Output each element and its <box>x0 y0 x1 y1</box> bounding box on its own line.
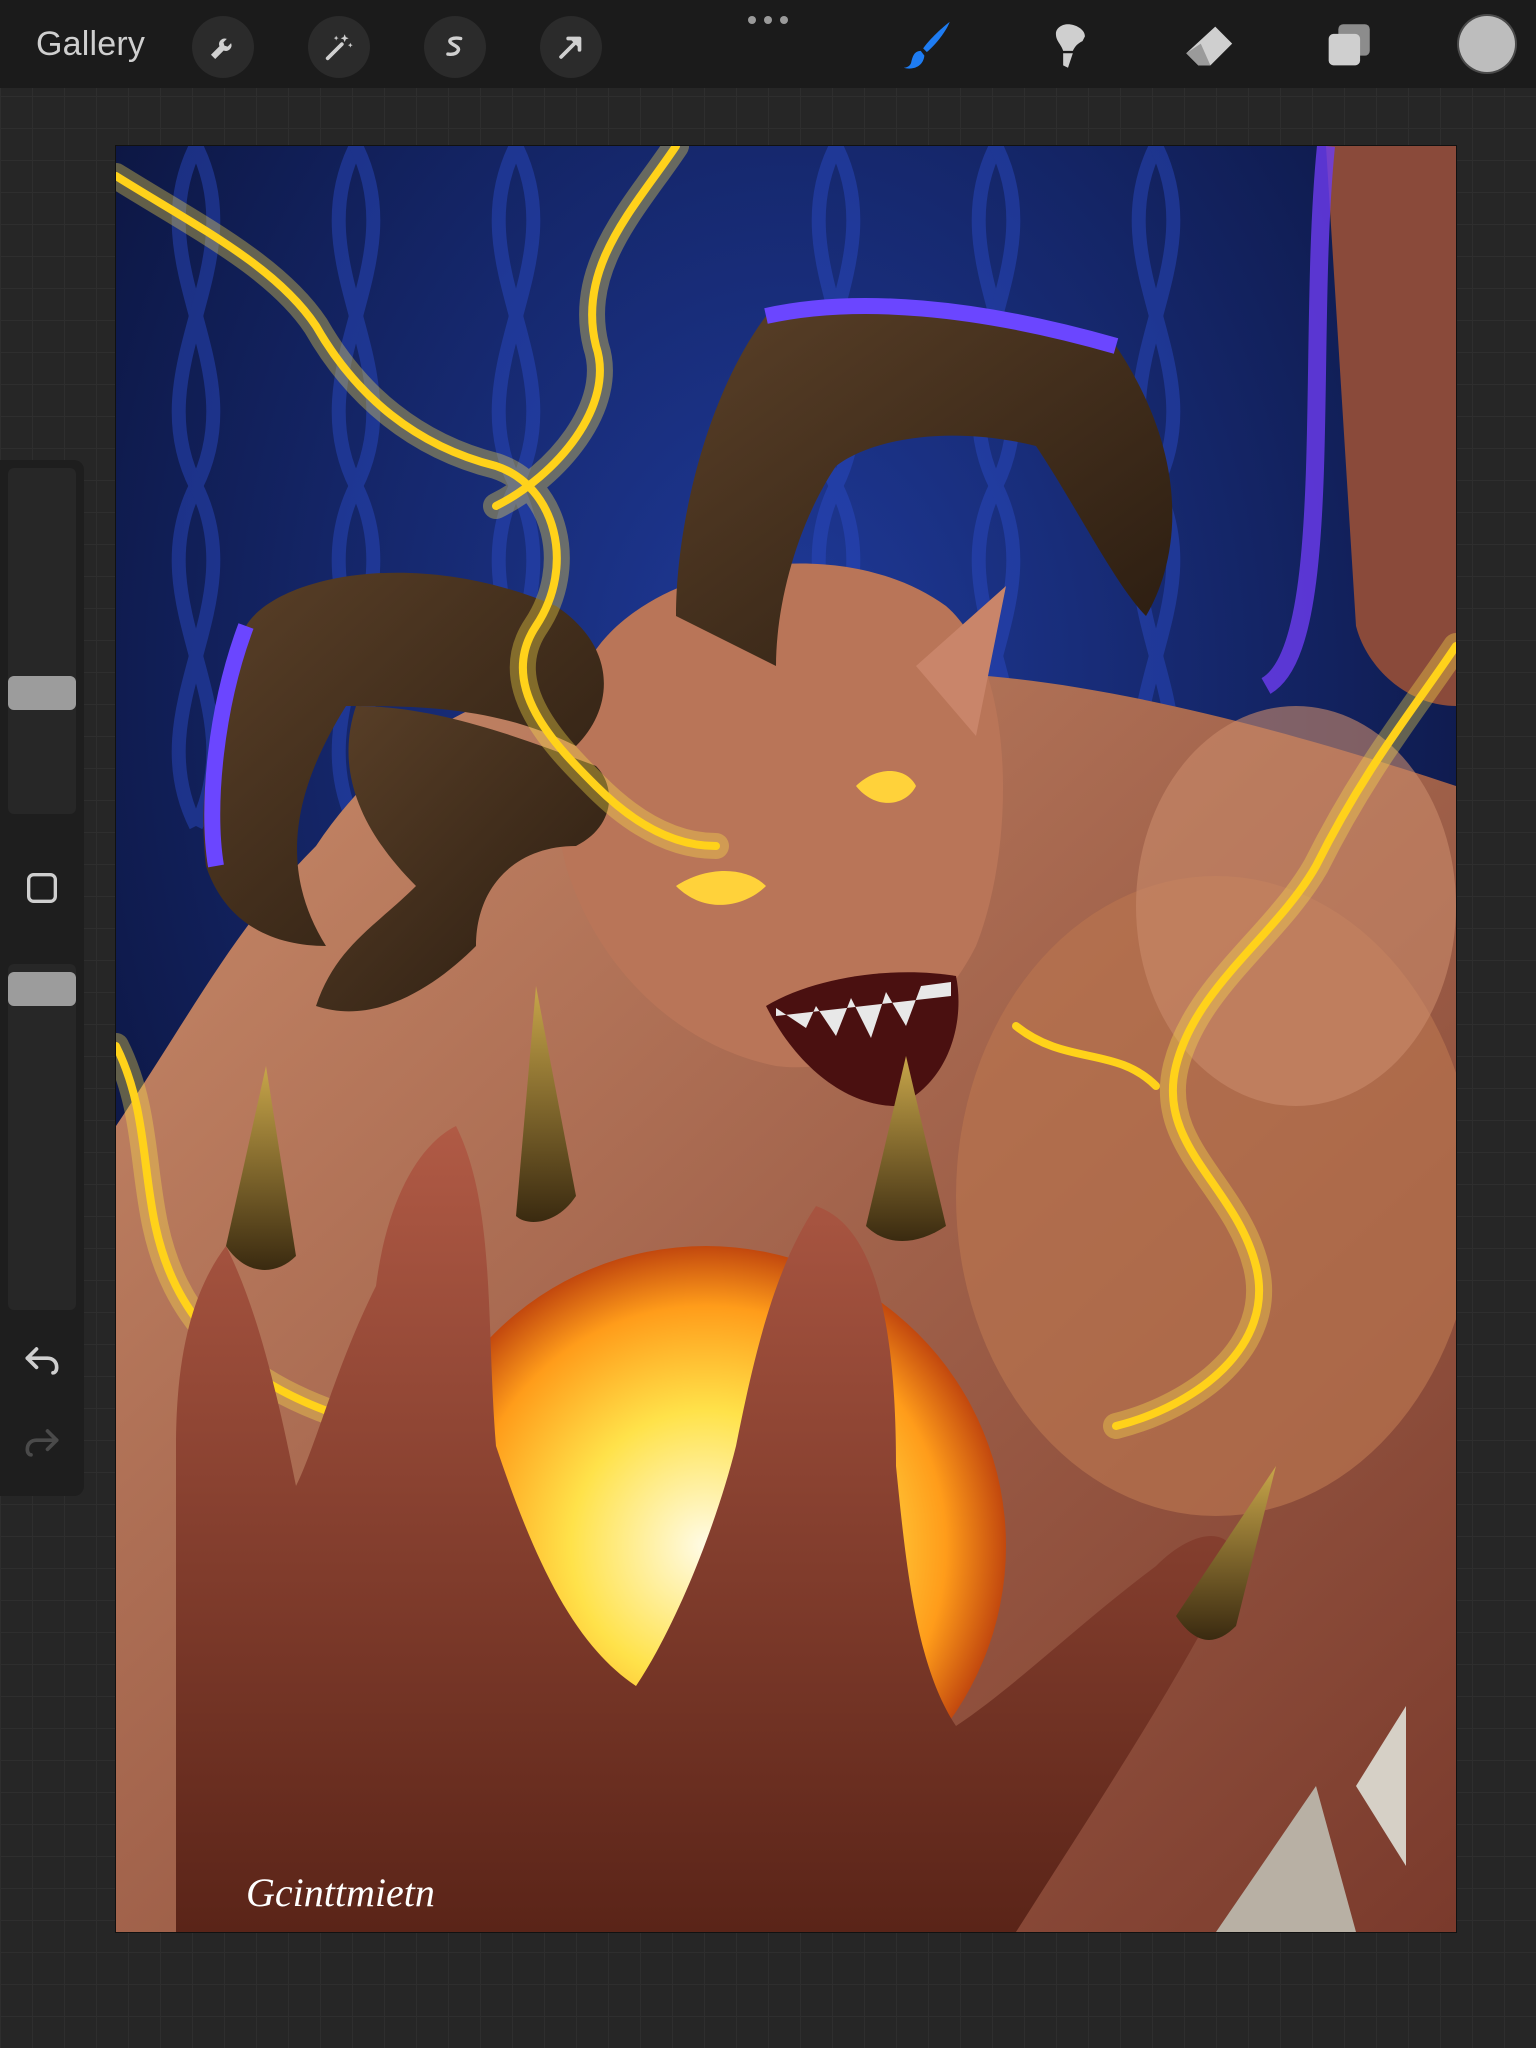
wrench-icon <box>210 38 232 60</box>
artist-signature: Gcinttmietn <box>246 1870 435 1915</box>
undo-icon[interactable] <box>20 1338 64 1382</box>
smudge-tool-button[interactable] <box>1036 14 1100 78</box>
color-picker-swatch[interactable] <box>1459 16 1515 72</box>
transform-button[interactable] <box>540 16 602 78</box>
brush-tool-button[interactable] <box>896 14 960 78</box>
actions-button[interactable] <box>192 16 254 78</box>
artwork-illustration: Gcinttmietn <box>116 146 1456 1932</box>
layers-icon <box>1328 24 1370 66</box>
opacity-slider[interactable] <box>8 964 76 1310</box>
modify-square-button[interactable] <box>22 868 62 908</box>
selection-button[interactable] <box>424 16 486 78</box>
layers-tool-button[interactable] <box>1316 14 1380 78</box>
drawing-canvas[interactable]: Gcinttmietn <box>116 146 1456 1932</box>
side-toolbar <box>0 460 84 1496</box>
brush-icon <box>903 21 950 69</box>
brush-size-slider[interactable] <box>8 468 76 814</box>
adjustments-button[interactable] <box>308 16 370 78</box>
gallery-button[interactable]: Gallery <box>36 22 145 66</box>
smudge-icon <box>1055 24 1085 68</box>
more-dots-icon[interactable] <box>744 10 792 30</box>
eraser-tool-button[interactable] <box>1176 14 1240 78</box>
brush-size-slider-thumb[interactable] <box>8 676 76 710</box>
opacity-slider-thumb[interactable] <box>8 972 76 1006</box>
top-toolbar: Gallery <box>0 0 1536 88</box>
selection-s-icon <box>446 36 463 57</box>
eraser-icon <box>1186 26 1233 66</box>
magic-wand-icon <box>325 34 353 61</box>
arrow-cursor-icon <box>559 36 582 59</box>
redo-icon[interactable] <box>20 1420 64 1464</box>
